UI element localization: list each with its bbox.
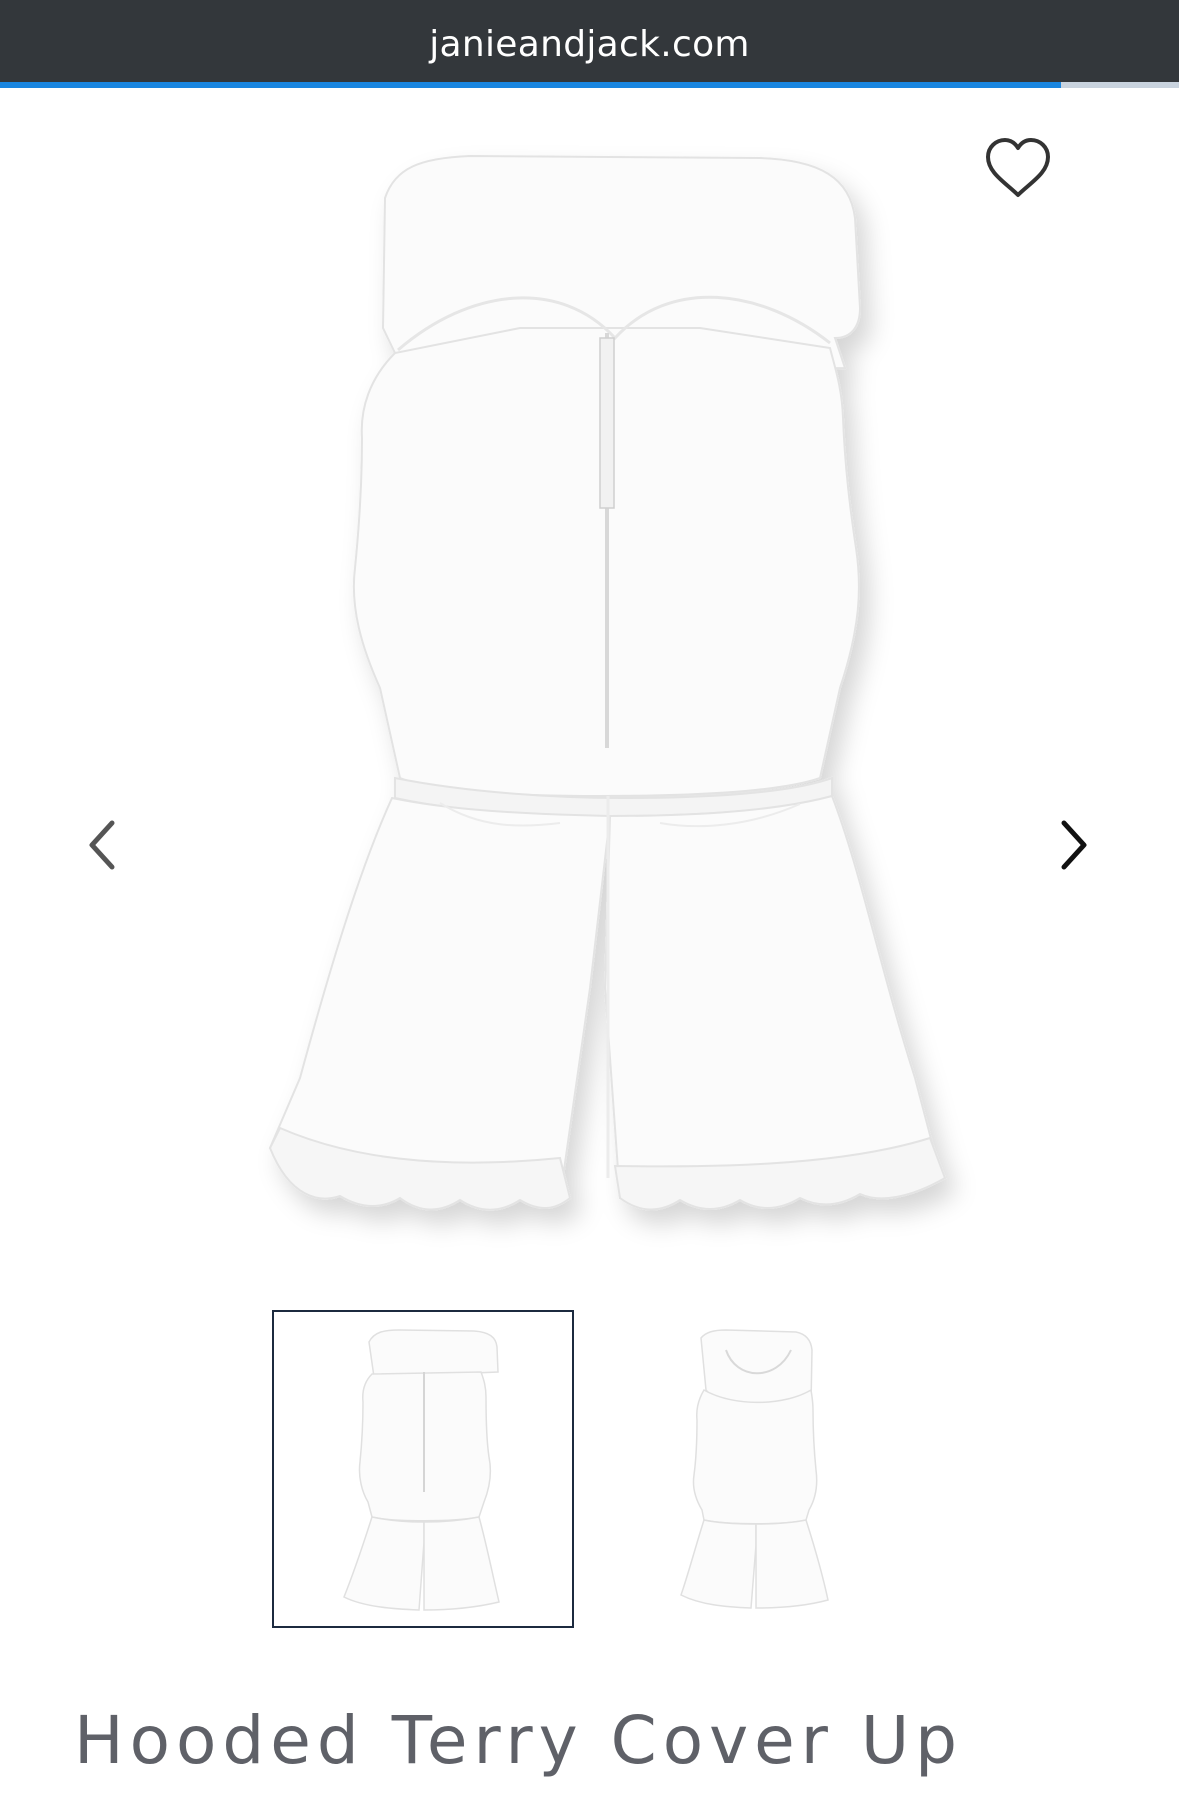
product-thumbnail-1[interactable]: [272, 1310, 574, 1628]
product-main-image[interactable]: [0, 88, 1179, 1318]
chevron-left-icon[interactable]: [78, 815, 128, 875]
url-text[interactable]: janieandjack.com: [0, 24, 1179, 65]
product-thumbnail-2[interactable]: [606, 1310, 908, 1628]
chevron-right-icon[interactable]: [1048, 815, 1098, 875]
product-title: Hooded Terry Cover Up: [74, 1702, 964, 1779]
thumbnail-image-back: [680, 1329, 829, 1609]
heart-outline-icon[interactable]: [982, 135, 1054, 201]
thumbnail-image-front: [343, 1329, 500, 1611]
browser-url-bar[interactable]: janieandjack.com: [0, 0, 1179, 82]
